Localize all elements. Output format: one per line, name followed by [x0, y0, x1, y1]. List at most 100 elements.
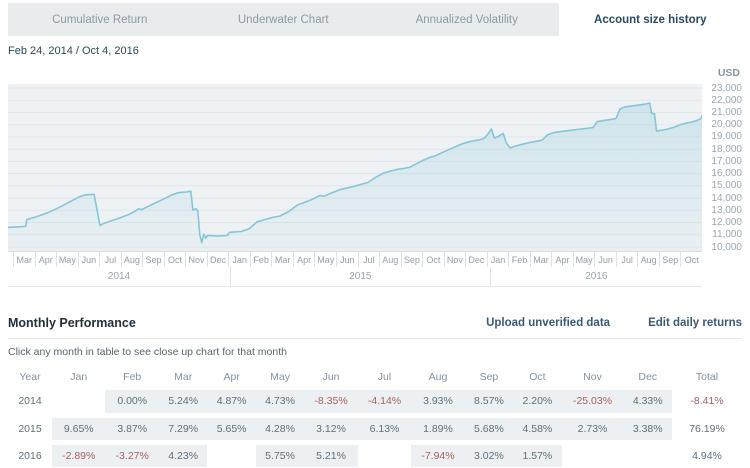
month-value-cell-sep[interactable]: 3.02%: [465, 442, 513, 468]
x-axis-month-label: Apr: [35, 252, 57, 267]
month-value-cell-oct[interactable]: 2.20%: [513, 390, 561, 415]
month-value-cell-mar[interactable]: 7.29%: [159, 415, 207, 442]
x-axis-month-label: Jul: [99, 252, 121, 267]
month-value-cell-oct[interactable]: 4.58%: [513, 415, 561, 442]
month-value-cell-aug[interactable]: 1.89%: [411, 415, 464, 442]
account-size-area-chart: [8, 84, 702, 251]
month-value-cell-mar[interactable]: 5.24%: [159, 390, 207, 415]
x-axis-month-label: Sep: [659, 252, 681, 267]
x-axis-month-label: Mar: [13, 252, 35, 267]
year-cell: 2015: [8, 415, 52, 442]
x-axis-month-label: Dec: [465, 252, 487, 267]
total-cell: -8.41%: [672, 390, 742, 415]
month-value-cell-mar[interactable]: 4.23%: [159, 442, 207, 468]
y-axis-tick-label: 16,000: [711, 168, 742, 179]
month-value-cell-aug[interactable]: -7.94%: [411, 442, 464, 468]
tab-account-size-history[interactable]: Account size history: [559, 3, 743, 36]
month-value-cell-nov[interactable]: -25.03%: [562, 390, 624, 415]
x-axis-month-label: Jul: [616, 252, 638, 267]
account-page: Cumulative ReturnUnderwater ChartAnnuali…: [0, 3, 750, 468]
x-axis-month-label: Dec: [207, 252, 229, 267]
x-axis-month-label: Apr: [293, 252, 315, 267]
y-axis-tick-label: 20,000: [711, 119, 742, 130]
x-axis-month-label: Jul: [358, 252, 380, 267]
month-value-cell-jul: [358, 442, 411, 468]
month-value-cell-oct[interactable]: 1.57%: [513, 442, 561, 468]
y-axis-tick-label: 22,000: [711, 95, 742, 106]
table-row-2016: 2016-2.89%-3.27%4.23%5.75%5.21%-7.94%3.0…: [8, 442, 742, 468]
x-axis-month-label: Nov: [185, 252, 207, 267]
month-value-cell-may[interactable]: 4.28%: [256, 415, 304, 442]
y-axis-tick-label: 15,000: [711, 180, 742, 191]
monthly-performance-table: YearJanFebMarAprMayJunJulAugSepOctNovDec…: [8, 367, 742, 468]
column-header-aug: Aug: [411, 367, 464, 390]
chart-plot-area[interactable]: [8, 84, 702, 251]
x-axis-months: MarAprMayJunJulAugSepOctNovDecJanFebMarA…: [8, 251, 702, 267]
account-size-chart: MarAprMayJunJulAugSepOctNovDecJanFebMarA…: [8, 84, 742, 287]
column-header-year: Year: [8, 367, 52, 390]
column-header-may: May: [256, 367, 304, 390]
month-value-cell-may[interactable]: 4.73%: [256, 390, 304, 415]
performance-title: Monthly Performance: [8, 316, 448, 330]
column-header-dec: Dec: [623, 367, 672, 390]
month-value-cell-apr[interactable]: 5.65%: [207, 415, 255, 442]
month-value-cell-sep[interactable]: 8.57%: [465, 390, 513, 415]
edit-daily-returns-link[interactable]: Edit daily returns: [648, 317, 742, 329]
x-axis-month-label: Aug: [121, 252, 143, 267]
month-value-cell-jul[interactable]: 6.13%: [358, 415, 411, 442]
x-axis-month-label: May: [314, 252, 336, 267]
total-cell: 76.19%: [672, 415, 742, 442]
column-header-jan: Jan: [52, 367, 105, 390]
x-axis-month-label: Sep: [401, 252, 423, 267]
upload-unverified-data-link[interactable]: Upload unverified data: [486, 317, 610, 329]
month-value-cell-nov: [562, 442, 624, 468]
month-value-cell-sep[interactable]: 5.68%: [465, 415, 513, 442]
y-axis-tick-label: 18,000: [711, 144, 742, 155]
tab-bar: Cumulative ReturnUnderwater ChartAnnuali…: [8, 3, 742, 36]
month-value-cell-nov[interactable]: 2.73%: [562, 415, 624, 442]
column-header-apr: Apr: [207, 367, 255, 390]
x-axis-month-label: Mar: [271, 252, 293, 267]
month-value-cell-feb[interactable]: -3.27%: [105, 442, 158, 468]
month-value-cell-feb[interactable]: 0.00%: [105, 390, 158, 415]
x-axis-month-label: Oct: [680, 252, 702, 267]
month-value-cell-jan[interactable]: -2.89%: [52, 442, 105, 468]
month-value-cell-jan[interactable]: 9.65%: [52, 415, 105, 442]
column-header-mar: Mar: [159, 367, 207, 390]
month-value-cell-jul[interactable]: -4.14%: [358, 390, 411, 415]
performance-header: Monthly Performance Upload unverified da…: [8, 316, 742, 330]
x-axis-month-label: Jan: [228, 252, 250, 267]
tab-annualized-volatility[interactable]: Annualized Volatility: [375, 3, 559, 36]
y-axis-tick-label: 19,000: [711, 131, 742, 142]
y-axis-tick-label: 13,000: [711, 205, 742, 216]
x-axis-month-label: Jun: [594, 252, 616, 267]
x-axis-year-label: 2015: [230, 267, 490, 286]
y-axis-tick-label: 11,000: [712, 229, 742, 240]
x-axis-month-label: Mar: [530, 252, 552, 267]
year-cell: 2014: [8, 390, 52, 415]
column-header-jul: Jul: [358, 367, 411, 390]
month-value-cell-feb[interactable]: 3.87%: [105, 415, 158, 442]
chart-plot-column: MarAprMayJunJulAugSepOctNovDecJanFebMarA…: [8, 84, 702, 287]
month-value-cell-may[interactable]: 5.75%: [256, 442, 304, 468]
date-range: Feb 24, 2014 / Oct 4, 2016: [8, 45, 742, 57]
y-axis-tick-label: 14,000: [711, 193, 742, 204]
x-axis-month-label: Nov: [444, 252, 466, 267]
y-axis-tick-label: 12,000: [711, 217, 742, 228]
column-header-oct: Oct: [513, 367, 561, 390]
tab-underwater-chart[interactable]: Underwater Chart: [192, 3, 376, 36]
x-axis-month-label: Apr: [551, 252, 573, 267]
month-value-cell-dec: [623, 442, 672, 468]
y-axis-tick-label: 17,000: [711, 156, 742, 167]
month-value-cell-dec[interactable]: 4.33%: [623, 390, 672, 415]
month-value-cell-jun[interactable]: -8.35%: [304, 390, 357, 415]
tab-cumulative-return[interactable]: Cumulative Return: [8, 3, 192, 36]
month-value-cell-apr[interactable]: 4.87%: [207, 390, 255, 415]
column-header-nov: Nov: [562, 367, 624, 390]
month-value-cell-dec[interactable]: 3.38%: [623, 415, 672, 442]
month-value-cell-jun[interactable]: 3.12%: [304, 415, 357, 442]
month-value-cell-aug[interactable]: 3.93%: [411, 390, 464, 415]
month-value-cell-jun[interactable]: 5.21%: [304, 442, 357, 468]
y-axis-tick-label: 23,000: [711, 83, 742, 94]
month-value-cell-apr: [207, 442, 255, 468]
